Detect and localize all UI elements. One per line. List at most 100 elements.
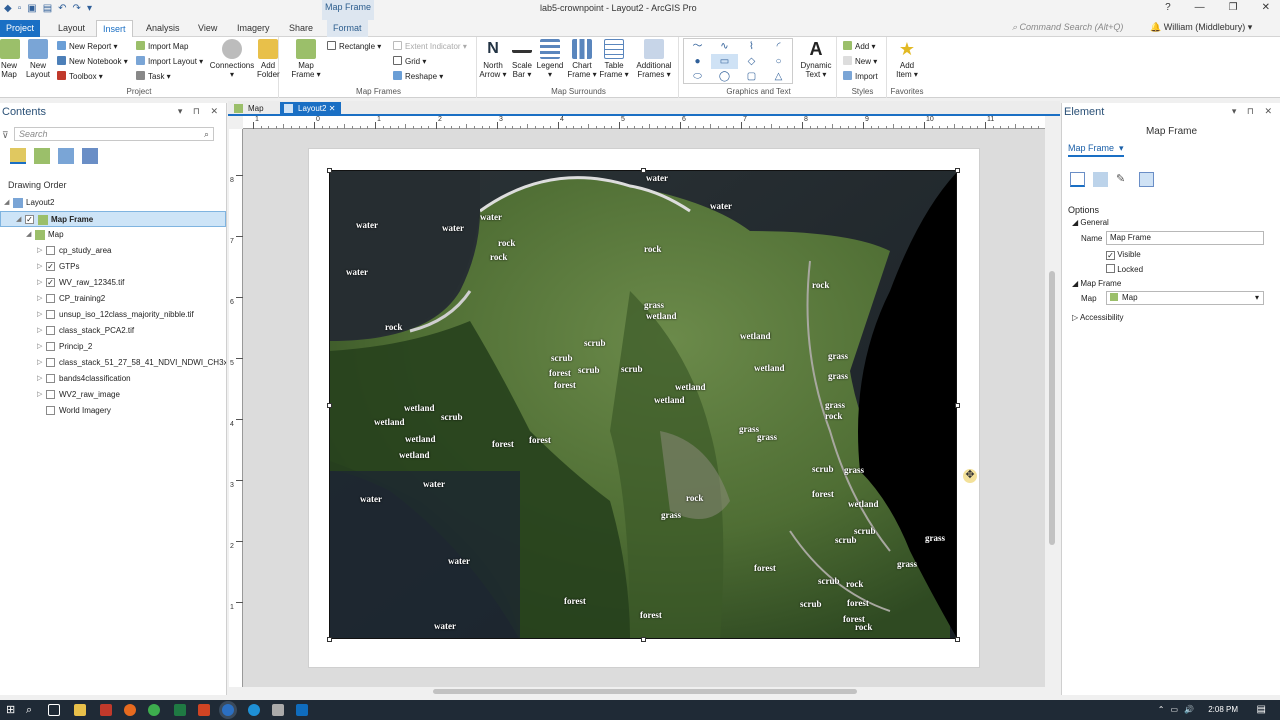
display-tab-icon[interactable] <box>1093 172 1108 187</box>
expand-icon[interactable]: ▷ <box>37 371 42 387</box>
layer-visibility-checkbox[interactable] <box>46 406 55 415</box>
pane-controls[interactable]: ▾ ⊓ ✕ <box>178 106 222 117</box>
powerpoint-icon[interactable] <box>198 704 210 716</box>
chrome-icon[interactable] <box>148 704 160 716</box>
rectangle-graphic-icon[interactable]: ▭ <box>711 54 738 69</box>
minimize-icon[interactable]: — <box>1195 2 1205 13</box>
expand-icon[interactable]: ▷ <box>37 275 42 291</box>
close-tab-icon[interactable]: ✕ <box>329 104 336 113</box>
new-layout-button[interactable]: New Layout <box>24 39 52 79</box>
resize-handle[interactable] <box>955 637 960 642</box>
polygon-icon[interactable]: ◇ <box>738 54 765 69</box>
visible-checkbox-row[interactable]: ✓ Visible <box>1106 250 1141 260</box>
expand-icon[interactable]: ▷ <box>37 291 42 307</box>
resize-handle[interactable] <box>955 168 960 173</box>
contents-tree-item[interactable]: ▷ CP_training2 <box>0 291 226 307</box>
expand-icon[interactable]: ▷ <box>37 355 42 371</box>
list-by-type-icon[interactable] <box>58 148 74 164</box>
scale-bar-button[interactable]: Scale Bar ▾ <box>509 39 535 79</box>
task-button[interactable]: Task ▾ <box>136 71 171 81</box>
app-icon[interactable] <box>272 704 284 716</box>
tab-layout[interactable]: Layout <box>52 20 91 37</box>
user-account[interactable]: 🔔 William (Middlebury) ▾ <box>1150 22 1252 33</box>
point-icon[interactable]: ● <box>684 54 711 69</box>
connections-button[interactable]: Connections ▾ <box>207 39 257 79</box>
expand-icon[interactable]: ▷ <box>37 323 42 339</box>
circle-icon[interactable]: ○ <box>765 54 792 69</box>
vertical-scrollbar[interactable] <box>1045 116 1059 696</box>
expand-icon[interactable]: ▷ <box>37 307 42 323</box>
lasso-icon[interactable]: ◯ <box>711 69 738 84</box>
firefox-icon[interactable] <box>124 704 136 716</box>
dynamic-text-button[interactable]: A Dynamic Text ▾ <box>797 39 835 79</box>
layer-visibility-checkbox[interactable] <box>46 246 55 255</box>
import-map-button[interactable]: Import Map <box>136 41 188 51</box>
expand-icon[interactable]: ▷ <box>37 243 42 259</box>
table-frame-button[interactable]: Table Frame ▾ <box>599 39 629 79</box>
resize-handle[interactable] <box>327 402 332 408</box>
toolbox-button[interactable]: Toolbox ▾ <box>57 71 103 81</box>
pencil-icon[interactable]: ✎ <box>1116 172 1131 187</box>
file-explorer-icon[interactable] <box>74 704 86 716</box>
notification-icon[interactable]: 🔔 <box>1150 22 1164 32</box>
excel-icon[interactable] <box>174 704 186 716</box>
new-project-icon[interactable]: ▫ <box>18 3 22 14</box>
extent-indicator-button[interactable]: Extent Indicator ▾ <box>393 41 467 51</box>
open-icon[interactable]: ▣ <box>27 3 36 14</box>
expand-icon[interactable]: ▷ <box>37 339 42 355</box>
collapse-icon[interactable]: ◢ <box>26 227 31 243</box>
import-layout-button[interactable]: Import Layout ▾ <box>136 56 203 66</box>
contents-tree-item[interactable]: ▷ class_stack_PCA2.tif <box>0 323 226 339</box>
chart-frame-button[interactable]: Chart Frame ▾ <box>567 39 597 79</box>
layer-visibility-checkbox[interactable] <box>46 342 55 351</box>
save-icon[interactable]: ▤ <box>43 3 52 14</box>
general-section[interactable]: ◢ General <box>1072 218 1109 227</box>
add-item-button[interactable]: ★ Add Item ▾ <box>893 39 921 79</box>
tab-view[interactable]: View <box>192 20 223 37</box>
horizontal-scrollbar[interactable] <box>243 687 1045 696</box>
new-report-button[interactable]: New Report ▾ <box>57 41 118 51</box>
contents-tree-item[interactable]: World Imagery <box>0 403 226 419</box>
tab-project[interactable]: Project <box>0 20 41 37</box>
north-arrow-button[interactable]: N North Arrow ▾ <box>479 39 507 79</box>
filter-icon[interactable]: ⊽ <box>2 130 9 141</box>
contents-tree-item[interactable]: ▷ unsup_iso_12class_majority_nibble.tif <box>0 307 226 323</box>
new-notebook-button[interactable]: New Notebook ▾ <box>57 56 128 66</box>
collapse-icon[interactable]: ◢ <box>4 195 9 211</box>
command-search[interactable]: ⌕ Command Search (Alt+Q) <box>1012 22 1124 35</box>
map-frame[interactable]: water water water water water rock rock water ro… <box>329 170 957 639</box>
collapse-icon[interactable]: ◢ <box>16 212 21 226</box>
element-pane-controls[interactable]: ▾ ⊓ ✕ <box>1232 106 1276 117</box>
contents-tree-item[interactable]: ◢ Layout2 <box>0 195 226 211</box>
new-map-button[interactable]: New Map <box>0 39 20 79</box>
ellipse-icon[interactable]: ⬭ <box>684 69 711 84</box>
layer-visibility-checkbox[interactable] <box>46 294 55 303</box>
acrobat-icon[interactable] <box>100 704 112 716</box>
close-icon[interactable]: ✕ <box>1262 2 1270 13</box>
expand-icon[interactable]: ▷ <box>37 259 42 275</box>
triangle-icon[interactable]: △ <box>765 69 792 84</box>
contents-tree-item[interactable]: ▷ bands4classification <box>0 371 226 387</box>
contents-tree-item[interactable]: ▷ ✓ WV_raw_12345.tif <box>0 275 226 291</box>
tab-analysis[interactable]: Analysis <box>140 20 186 37</box>
curve-icon[interactable]: ∿ <box>711 39 738 54</box>
name-input[interactable]: Map Frame <box>1106 231 1264 245</box>
rounded-rect-icon[interactable]: ▢ <box>738 69 765 84</box>
tab-share[interactable]: Share <box>283 20 319 37</box>
system-tray[interactable]: ⌃▭🔊 <box>1158 705 1200 714</box>
customize-icon[interactable]: ▾ <box>87 3 92 14</box>
tab-format[interactable]: Format <box>327 20 368 37</box>
layer-visibility-checkbox[interactable]: ✓ <box>46 262 55 271</box>
layer-visibility-checkbox[interactable] <box>46 374 55 383</box>
edge-icon[interactable] <box>248 704 260 716</box>
resize-handle[interactable] <box>327 637 332 642</box>
resize-handle[interactable] <box>641 637 646 642</box>
contents-tree-item[interactable]: ▷ Princip_2 <box>0 339 226 355</box>
tab-insert[interactable]: Insert <box>96 20 133 37</box>
arcgis-pro-icon[interactable] <box>222 704 234 716</box>
restore-icon[interactable]: ❐ <box>1229 2 1238 13</box>
expand-icon[interactable]: ▷ <box>37 387 42 403</box>
list-by-selection-icon[interactable] <box>34 148 50 164</box>
vertical-scroll-thumb[interactable] <box>1049 271 1055 545</box>
drawing-order-icon[interactable] <box>10 148 26 164</box>
